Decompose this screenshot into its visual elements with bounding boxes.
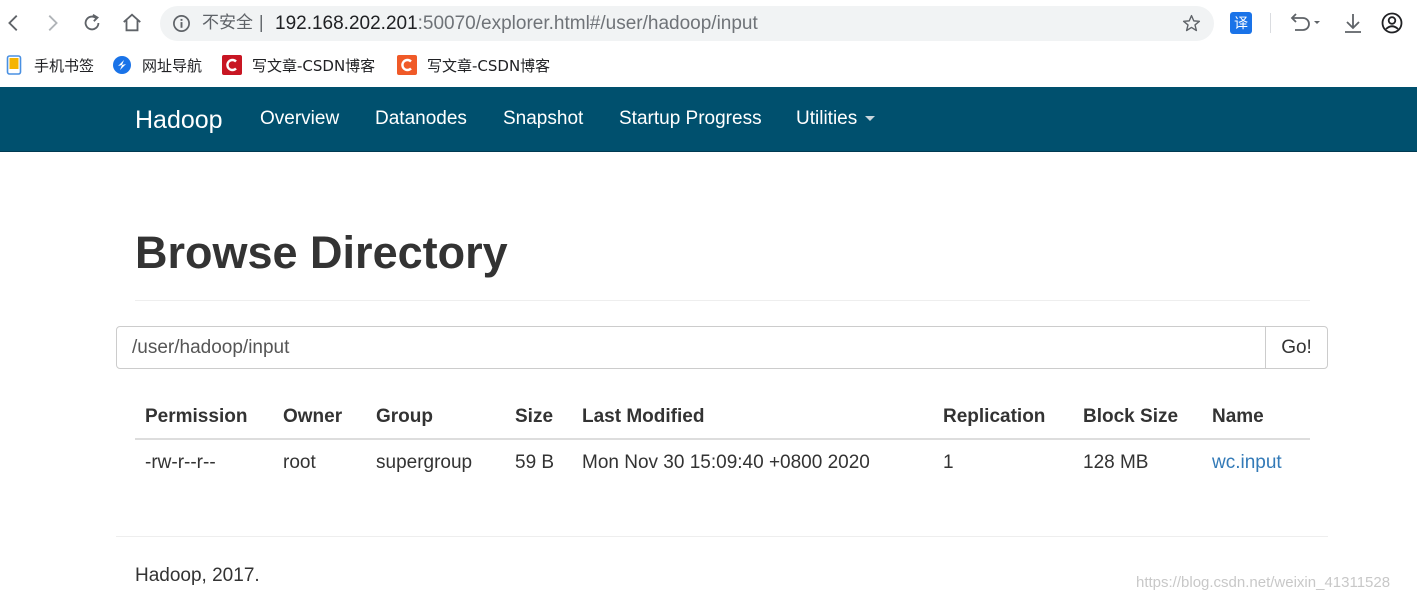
col-name[interactable]: Name <box>1212 406 1264 428</box>
csdn-icon <box>397 55 417 75</box>
nav-utilities[interactable]: Utilities <box>796 108 876 130</box>
col-owner[interactable]: Owner <box>283 406 342 428</box>
url-path: :50070/explorer.html#/user/hadoop/input <box>417 13 758 34</box>
cell-block-size: 128 MB <box>1083 452 1149 473</box>
cell-permission: -rw-r--r-- <box>145 452 216 473</box>
bookmark-mobile[interactable]: 手机书签 <box>4 54 94 76</box>
bookmark-csdn-1[interactable]: 写文章-CSDN博客 <box>222 54 375 76</box>
cell-size: 59 B <box>515 452 555 473</box>
page-title: Browse Directory <box>135 227 508 278</box>
bookmark-star-icon[interactable] <box>1181 13 1202 34</box>
phone-bookmark-icon <box>4 55 24 75</box>
path-form: Go! <box>116 326 1328 369</box>
nav-startup-progress[interactable]: Startup Progress <box>619 108 762 130</box>
bookmark-nav[interactable]: 网址导航 <box>112 54 202 76</box>
col-last-modified[interactable]: Last Modified <box>582 406 704 428</box>
info-icon[interactable] <box>172 14 191 33</box>
watermark-text: https://blog.csdn.net/weixin_41311528 <box>1136 574 1391 591</box>
forward-arrow-icon <box>48 15 58 31</box>
security-label: 不安全 | <box>202 13 265 33</box>
bookmarks-bar: 手机书签 网址导航 写文章-CSDN博客 写文章-CSDN博客 <box>0 46 1417 86</box>
nav-overview[interactable]: Overview <box>260 108 339 130</box>
undo-history-icon[interactable] <box>1287 12 1323 34</box>
table-header: Permission Owner Group Size Last Modifie… <box>135 393 1310 440</box>
directory-table: Permission Owner Group Size Last Modifie… <box>135 393 1310 487</box>
translate-icon[interactable]: 译 <box>1230 12 1252 34</box>
directory-path-input[interactable] <box>116 326 1266 369</box>
address-bar[interactable]: 不安全 | 192.168.202.201:50070/explorer.htm… <box>160 6 1214 41</box>
go-button[interactable]: Go! <box>1265 326 1328 369</box>
nav-snapshot[interactable]: Snapshot <box>503 108 583 130</box>
back-arrow-icon <box>8 15 18 31</box>
navbar-brand[interactable]: Hadoop <box>135 106 223 134</box>
col-permission[interactable]: Permission <box>145 406 247 428</box>
cell-replication: 1 <box>943 452 954 473</box>
home-icon <box>123 13 141 32</box>
csdn-icon <box>222 55 242 75</box>
col-size[interactable]: Size <box>515 406 553 428</box>
back-button[interactable] <box>0 9 28 37</box>
download-icon[interactable] <box>1342 12 1364 34</box>
reload-button[interactable] <box>78 9 106 37</box>
forward-button[interactable] <box>38 9 66 37</box>
nav-site-icon <box>112 55 132 75</box>
url-host: 192.168.202.201 <box>275 13 418 34</box>
profile-icon[interactable] <box>1381 12 1403 34</box>
hadoop-navbar: Hadoop Overview Datanodes Snapshot Start… <box>0 87 1417 152</box>
home-button[interactable] <box>118 9 146 37</box>
url-text[interactable]: 192.168.202.201:50070/explorer.html#/use… <box>275 13 758 35</box>
table-row: -rw-r--r-- root supergroup 59 B Mon Nov … <box>135 440 1310 487</box>
toolbar-divider <box>1270 13 1271 33</box>
title-divider <box>135 300 1310 301</box>
bookmark-csdn-2[interactable]: 写文章-CSDN博客 <box>397 54 550 76</box>
cell-owner: root <box>283 452 316 473</box>
footer-divider <box>116 536 1328 537</box>
footer-text: Hadoop, 2017. <box>135 565 260 586</box>
reload-icon <box>84 13 100 31</box>
nav-datanodes[interactable]: Datanodes <box>375 108 467 130</box>
caret-down-icon <box>865 116 876 122</box>
col-replication[interactable]: Replication <box>943 406 1045 428</box>
col-block-size[interactable]: Block Size <box>1083 406 1178 428</box>
file-link-wc-input[interactable]: wc.input <box>1212 452 1282 474</box>
nav-utilities-label: Utilities <box>796 108 858 129</box>
cell-last-modified: Mon Nov 30 15:09:40 +0800 2020 <box>582 452 870 473</box>
col-group[interactable]: Group <box>376 406 433 428</box>
cell-group: supergroup <box>376 452 473 473</box>
browser-toolbar: 不安全 | 192.168.202.201:50070/explorer.htm… <box>0 0 1417 46</box>
